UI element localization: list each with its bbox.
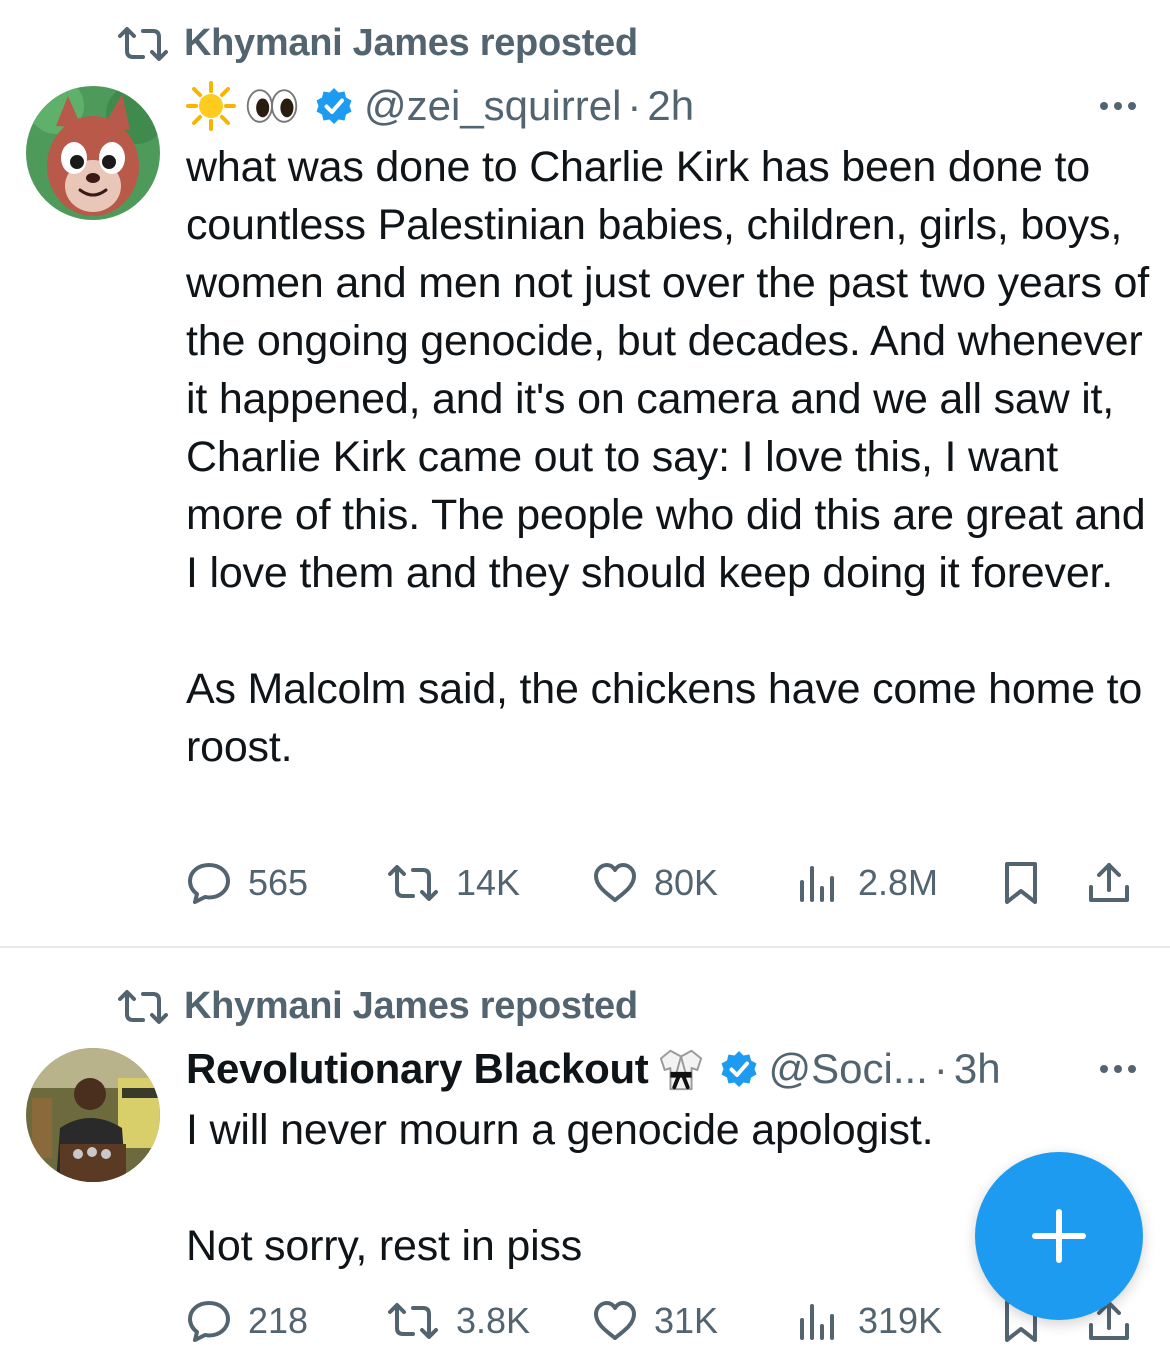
bookmark-icon (1005, 862, 1037, 904)
reply-count: 218 (248, 1300, 309, 1341)
post-timestamp[interactable]: 2h (647, 82, 694, 130)
like-button[interactable]: 80K (592, 860, 718, 906)
bookmark-button[interactable] (998, 860, 1044, 906)
post-text: what was done to Charlie Kirk has been d… (186, 138, 1156, 776)
compose-post-button[interactable] (975, 1152, 1143, 1320)
like-count: 31K (654, 1300, 719, 1341)
like-button[interactable]: 31K (592, 1298, 718, 1344)
plus-icon (1032, 1209, 1086, 1263)
repost-icon (118, 989, 168, 1024)
views-count: 319K (858, 1300, 943, 1341)
repost-button[interactable]: 14K (386, 860, 520, 906)
post-actions: 218 3.8K 31K 319K (186, 1296, 1140, 1346)
share-button[interactable] (1086, 860, 1132, 906)
repost-context[interactable]: Khymani James reposted (116, 985, 638, 1028)
like-count: 80K (654, 862, 719, 903)
eyes-emoji-icon (244, 87, 300, 125)
separator-dot: · (627, 82, 642, 129)
avatar[interactable] (26, 86, 160, 220)
analytics-icon (800, 866, 834, 902)
post[interactable]: Khymani James reposted @zei_squirrel · 2… (0, 0, 1170, 946)
repost-label: Khymani James reposted (184, 985, 638, 1027)
verified-badge-icon (721, 1051, 756, 1087)
reply-icon (188, 1301, 230, 1342)
reply-button[interactable]: 218 (186, 1298, 308, 1344)
views-button[interactable]: 319K (796, 1298, 942, 1344)
user-handle[interactable]: @Soci... (769, 1045, 928, 1093)
display-name[interactable]: Revolutionary Blackout (186, 1045, 649, 1093)
repost-icon (388, 1303, 438, 1339)
reply-count: 565 (248, 862, 309, 903)
martial-arts-uniform-emoji-icon (657, 1045, 705, 1093)
repost-count: 14K (456, 862, 521, 903)
profile-photo-icon (26, 1048, 160, 1182)
repost-label: Khymani James reposted (184, 22, 638, 64)
more-options-icon[interactable] (1100, 102, 1150, 110)
user-handle[interactable]: @zei_squirrel (364, 82, 621, 130)
repost-context[interactable]: Khymani James reposted (116, 22, 638, 65)
post-timestamp[interactable]: 3h (954, 1045, 1001, 1093)
post-paragraph: I will never mourn a genocide apologist. (186, 1106, 934, 1154)
squirrel-avatar-icon (26, 86, 160, 220)
heart-icon (594, 863, 636, 902)
views-count: 2.8M (858, 862, 939, 903)
repost-button[interactable]: 3.8K (386, 1298, 530, 1344)
avatar[interactable] (26, 1048, 160, 1182)
post-header: @zei_squirrel · 2h (186, 78, 1150, 134)
post-paragraph: what was done to Charlie Kirk has been d… (186, 143, 1149, 597)
verified-badge-icon (316, 88, 352, 124)
repost-count: 3.8K (456, 1300, 531, 1341)
post-paragraph: As Malcolm said, the chickens have come … (186, 665, 1143, 771)
heart-icon (594, 1301, 636, 1340)
post-text: I will never mourn a genocide apologist.… (186, 1101, 946, 1275)
analytics-icon (800, 1304, 834, 1340)
separator-dot: · (933, 1045, 948, 1092)
more-options-icon[interactable] (1100, 1065, 1150, 1073)
post-paragraph: Not sorry, rest in piss (186, 1222, 583, 1270)
sun-emoji-icon (186, 81, 236, 131)
views-button[interactable]: 2.8M (796, 860, 938, 906)
reply-button[interactable]: 565 (186, 860, 308, 906)
share-icon (1089, 863, 1129, 902)
repost-icon (388, 865, 438, 901)
repost-icon (118, 26, 168, 61)
reply-icon (188, 863, 230, 904)
post-header: Revolutionary Blackout @Soci... · 3h (186, 1041, 1150, 1097)
post-actions: 565 14K 80K 2.8M (186, 858, 1140, 908)
